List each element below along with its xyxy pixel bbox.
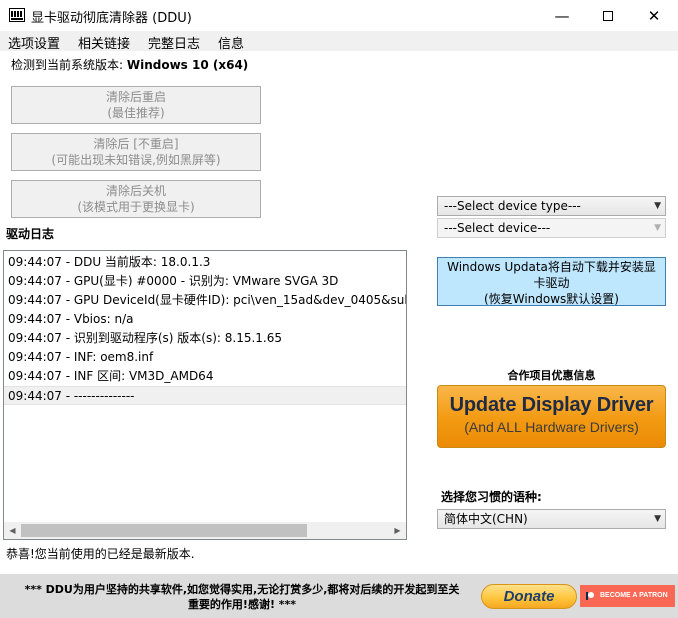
close-icon: ✕ bbox=[647, 6, 661, 25]
patreon-icon bbox=[586, 592, 594, 600]
clean-and-shutdown-label: 清除后关机 bbox=[105, 184, 166, 198]
partner-offer-label: 合作项目优惠信息 bbox=[507, 369, 596, 382]
menu-bar: 选项设置 相关链接 完整日志 信息 bbox=[0, 31, 678, 52]
chevron-down-icon: ▼ bbox=[654, 223, 661, 233]
clean-no-restart-label: 清除后 [不重启] bbox=[93, 137, 179, 151]
donation-message: *** DDU为用户坚持的共享软件,如您觉得实用,无论打赏多少,都将对后续的开发… bbox=[4, 582, 480, 612]
chevron-down-icon: ▼ bbox=[654, 201, 661, 211]
clean-no-restart-button[interactable]: 清除后 [不重启] (可能出现未知错误,例如黑屏等) bbox=[11, 133, 261, 171]
language-value: 简体中文(CHN) bbox=[444, 512, 528, 526]
donation-message-line2: 重要的作用!感谢! *** bbox=[187, 598, 297, 611]
title-bar: 显卡驱动彻底清除器 (DDU) — ✕ bbox=[0, 0, 678, 31]
scroll-left-icon[interactable]: ◀ bbox=[4, 522, 21, 539]
device-type-value: ---Select device type--- bbox=[444, 199, 581, 213]
donate-button[interactable]: Donate bbox=[481, 584, 577, 609]
menu-full-log[interactable]: 完整日志 bbox=[148, 33, 200, 52]
horizontal-scrollbar[interactable]: ◀ ▶ bbox=[4, 522, 406, 539]
detected-os-value: Windows 10 (x64) bbox=[126, 58, 249, 72]
clean-and-restart-button[interactable]: 清除后重启 (最佳推荐) bbox=[11, 86, 261, 124]
log-entry[interactable]: 09:44:07 - 识别到驱动程序(s) 版本(s): 8.15.1.65 bbox=[4, 329, 406, 348]
device-value: ---Select device--- bbox=[444, 221, 551, 235]
maximize-icon bbox=[603, 10, 613, 21]
windows-update-label-1: Windows Updata将自动下载并安装显 bbox=[447, 260, 656, 274]
log-entry[interactable]: 09:44:07 - DDU 当前版本: 18.0.1.3 bbox=[4, 253, 406, 272]
clean-no-restart-sublabel: (可能出现未知错误,例如黑屏等) bbox=[51, 153, 221, 167]
windows-update-label-2: 卡驱动 bbox=[533, 276, 570, 290]
device-select[interactable]: ---Select device--- ▼ bbox=[437, 218, 666, 238]
language-label: 选择您习惯的语种: bbox=[441, 490, 542, 504]
donation-message-line1: *** DDU为用户坚持的共享软件,如您觉得实用,无论打赏多少,都将对后续的开发… bbox=[24, 583, 460, 596]
scrollbar-thumb[interactable] bbox=[21, 524, 307, 537]
close-button[interactable]: ✕ bbox=[631, 0, 677, 31]
gpu-icon bbox=[9, 8, 25, 22]
minimize-icon: — bbox=[554, 6, 570, 25]
footer: *** DDU为用户坚持的共享软件,如您觉得实用,无论打赏多少,都将对后续的开发… bbox=[0, 574, 678, 618]
driver-log-label: 驱动日志 bbox=[6, 227, 55, 241]
update-display-driver-button[interactable]: Update Display Driver (And ALL Hardware … bbox=[437, 385, 666, 448]
menu-info[interactable]: 信息 bbox=[218, 33, 244, 52]
scroll-right-icon[interactable]: ▶ bbox=[389, 522, 406, 539]
language-select[interactable]: 简体中文(CHN) ▼ bbox=[437, 509, 666, 529]
update-driver-title: Update Display Driver bbox=[449, 394, 654, 416]
become-a-patron-button[interactable]: BECOME A PATRON bbox=[580, 585, 675, 607]
log-entry[interactable]: 09:44:07 - GPU(显卡) #0000 - 识别为: VMware S… bbox=[4, 272, 406, 291]
log-entry[interactable]: 09:44:07 - Vbios: n/a bbox=[4, 310, 406, 329]
menu-links[interactable]: 相关链接 bbox=[78, 33, 130, 52]
device-type-select[interactable]: ---Select device type--- ▼ bbox=[437, 196, 666, 216]
minimize-button[interactable]: — bbox=[539, 0, 585, 31]
detected-os-label: 检测到当前系统版本: bbox=[11, 58, 127, 72]
become-a-patron-label: BECOME A PATRON bbox=[600, 592, 668, 599]
log-entry-selected[interactable]: 09:44:07 - -------------- bbox=[4, 386, 406, 405]
clean-and-shutdown-button[interactable]: 清除后关机 (该模式用于更换显卡) bbox=[11, 180, 261, 218]
windows-update-label-3: (恢复Windows默认设置) bbox=[484, 292, 619, 306]
log-entry[interactable]: 09:44:07 - INF 区间: VM3D_AMD64 bbox=[4, 367, 406, 386]
driver-log-list[interactable]: 09:44:07 - DDU 当前版本: 18.0.1.3 09:44:07 -… bbox=[3, 250, 407, 540]
clean-and-restart-label: 清除后重启 bbox=[105, 90, 166, 104]
clean-and-shutdown-sublabel: (该模式用于更换显卡) bbox=[77, 200, 195, 214]
status-message: 恭喜!您当前使用的已经是最新版本. bbox=[6, 547, 195, 561]
log-entry[interactable]: 09:44:07 - INF: oem8.inf bbox=[4, 348, 406, 367]
clean-and-restart-sublabel: (最佳推荐) bbox=[107, 106, 165, 120]
menu-options[interactable]: 选项设置 bbox=[8, 33, 60, 52]
log-entry[interactable]: 09:44:07 - GPU DeviceId(显卡硬件ID): pci\ven… bbox=[4, 291, 406, 310]
maximize-button[interactable] bbox=[585, 0, 631, 31]
chevron-down-icon: ▼ bbox=[654, 514, 661, 524]
update-driver-subtitle: (And ALL Hardware Drivers) bbox=[464, 419, 639, 435]
window-title: 显卡驱动彻底清除器 (DDU) bbox=[31, 11, 192, 26]
windows-update-button[interactable]: Windows Updata将自动下载并安装显 卡驱动 (恢复Windows默认… bbox=[437, 257, 666, 306]
detected-os: 检测到当前系统版本: Windows 10 (x64) bbox=[11, 56, 248, 73]
